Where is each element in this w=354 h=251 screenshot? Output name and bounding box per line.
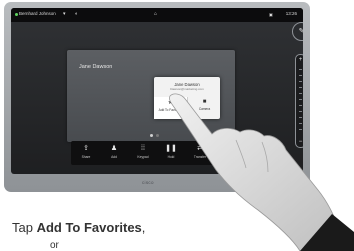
- instruction-caption-continued: or: [50, 240, 59, 251]
- instruction-caption: Tap Add To Favorites,: [12, 220, 145, 235]
- pointing-hand-illustration: [169, 93, 354, 251]
- caption-prefix: Tap: [12, 220, 37, 235]
- caption-suffix: ,: [141, 220, 146, 235]
- caption-emphasis: Add To Favorites: [36, 220, 142, 235]
